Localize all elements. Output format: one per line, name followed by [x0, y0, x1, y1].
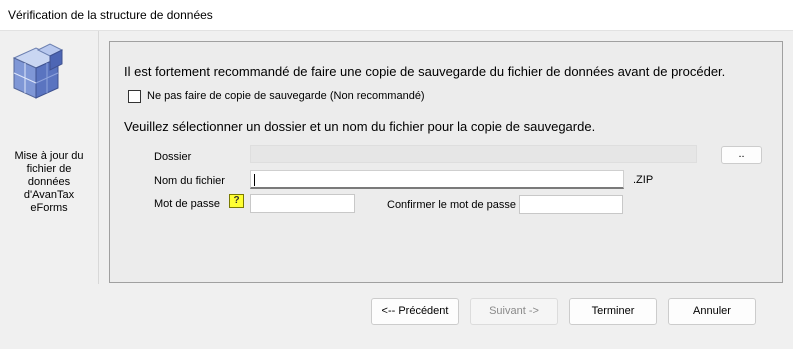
- window-title: Vérification de la structure de données: [8, 8, 213, 22]
- zip-extension-label: .ZIP: [633, 174, 654, 186]
- help-icon[interactable]: ?: [229, 194, 244, 208]
- backup-dialog: Vérification de la structure de données …: [0, 0, 793, 349]
- folder-field: [250, 145, 697, 163]
- skip-backup-checkbox[interactable]: [128, 89, 141, 103]
- finish-button[interactable]: Terminer: [569, 298, 657, 325]
- next-button[interactable]: Suivant ->: [470, 298, 558, 325]
- text-caret: [254, 174, 255, 186]
- previous-button[interactable]: <-- Précédent: [371, 298, 459, 325]
- password-input[interactable]: [250, 194, 355, 213]
- confirm-password-input[interactable]: [519, 195, 623, 214]
- skip-backup-option[interactable]: Ne pas faire de copie de sauvegarde (Non…: [128, 88, 425, 104]
- sidebar-divider: [98, 31, 99, 284]
- filename-input[interactable]: [250, 170, 624, 189]
- skip-backup-label: Ne pas faire de copie de sauvegarde (Non…: [147, 90, 425, 102]
- confirm-password-label: Confirmer le mot de passe: [387, 199, 516, 211]
- title-bar: Vérification de la structure de données: [0, 0, 793, 31]
- browse-button[interactable]: ..: [721, 146, 762, 164]
- cancel-button[interactable]: Annuler: [668, 298, 756, 325]
- cube-icon: [8, 40, 70, 104]
- sidebar-caption: Mise à jour du fichier de données d'Avan…: [14, 150, 84, 214]
- password-label: Mot de passe: [154, 198, 221, 210]
- warning-text: Il est fortement recommandé de faire une…: [124, 64, 726, 79]
- filename-label: Nom du fichier: [154, 175, 225, 187]
- instruction-text: Veuillez sélectionner un dossier et un n…: [124, 119, 596, 134]
- folder-label: Dossier: [154, 151, 192, 163]
